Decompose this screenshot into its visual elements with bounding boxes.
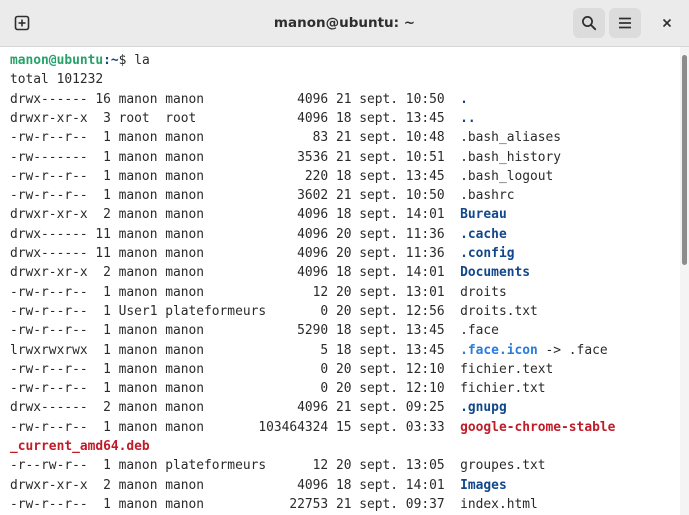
listing-row: drwx------ 16 manon manon 4096 21 sept. … bbox=[10, 90, 468, 109]
listing-row: drwx------ 11 manon manon 4096 20 sept. … bbox=[10, 244, 514, 263]
listing-row: _current_amd64.deb bbox=[10, 437, 150, 456]
entry-name: .face.icon bbox=[460, 342, 538, 358]
listing-row: lrwxrwxrwx 1 manon manon 5 18 sept. 13:4… bbox=[10, 341, 608, 360]
listing-row: drwxr-xr-x 3 root root 4096 18 sept. 13:… bbox=[10, 109, 476, 128]
entry-metadata: -rw-r--r-- 1 manon manon 3602 21 sept. 1… bbox=[10, 188, 461, 204]
listing-row: -rw-r--r-- 1 User1 plateformeurs 0 20 se… bbox=[10, 302, 538, 321]
search-icon bbox=[582, 16, 597, 31]
link-target: -> .face bbox=[537, 342, 608, 358]
entry-metadata: drwx------ 2 manon manon 4096 21 sept. 0… bbox=[10, 400, 461, 416]
listing-row: -r--rw-r-- 1 manon plateformeurs 12 20 s… bbox=[10, 456, 546, 475]
listing-row: -rw-r--r-- 1 manon manon 83 21 sept. 10:… bbox=[10, 128, 561, 147]
new-tab-button[interactable] bbox=[7, 8, 37, 38]
window-title: manon@ubuntu: ~ bbox=[273, 15, 416, 31]
terminal-window: manon@ubuntu: ~ manon@ubuntu:~$ la total… bbox=[0, 0, 689, 515]
entry-name: groupes.txt bbox=[460, 458, 546, 474]
entry-metadata: -rw-r--r-- 1 manon manon 12 20 sept. 13:… bbox=[10, 284, 461, 300]
prompt-path: :~ bbox=[103, 53, 119, 68]
listing-row: -rw-r--r-- 1 manon manon 5290 18 sept. 1… bbox=[10, 321, 499, 340]
listing-row: -rw-r--r-- 1 manon manon 0 20 sept. 12:1… bbox=[10, 379, 546, 398]
entry-name: .bash_logout bbox=[460, 168, 554, 184]
close-icon bbox=[662, 18, 672, 28]
entry-name: .face bbox=[460, 323, 499, 339]
entry-metadata: -rw-r--r-- 1 manon manon 5290 18 sept. 1… bbox=[10, 323, 461, 339]
entry-metadata: -rw-r--r-- 1 User1 plateformeurs 0 20 se… bbox=[10, 303, 461, 319]
entry-metadata: drwx------ 11 manon manon 4096 20 sept. … bbox=[10, 246, 461, 261]
entry-name: google-chrome-stable bbox=[460, 419, 616, 435]
prompt-user-host: manon@ubuntu bbox=[10, 53, 104, 68]
entry-name: fichier.txt bbox=[460, 381, 546, 397]
listing-row: drwx------ 2 manon manon 4096 21 sept. 0… bbox=[10, 398, 507, 417]
entry-name: Bureau bbox=[460, 207, 507, 223]
terminal-output[interactable]: manon@ubuntu:~$ la total 101232 drwx----… bbox=[0, 47, 680, 515]
listing-row: -rw------- 1 manon manon 3536 21 sept. 1… bbox=[10, 148, 561, 167]
entry-metadata: -rw-r--r-- 1 manon manon 22753 21 sept. … bbox=[10, 496, 461, 512]
entry-metadata: drwxr-xr-x 3 root root 4096 18 sept. 13:… bbox=[10, 110, 461, 126]
listing-row: -rw-r--r-- 1 manon manon 0 20 sept. 12:1… bbox=[10, 360, 553, 379]
entry-name: .. bbox=[460, 110, 476, 126]
entry-name: droits.txt bbox=[460, 303, 538, 319]
entry-name: Documents bbox=[460, 265, 530, 281]
entry-metadata: -rw-r--r-- 1 manon manon 220 18 sept. 13… bbox=[10, 168, 461, 184]
entry-name: .bashrc bbox=[460, 188, 515, 204]
entry-name: _current_amd64.deb bbox=[10, 439, 150, 454]
entry-metadata: drwx------ 16 manon manon 4096 21 sept. … bbox=[10, 91, 461, 107]
entry-name: .cache bbox=[460, 226, 507, 242]
listing-row: -rw-r--r-- 1 manon manon 220 18 sept. 13… bbox=[10, 167, 553, 186]
menu-button[interactable] bbox=[609, 8, 641, 38]
search-button[interactable] bbox=[573, 8, 605, 38]
entry-name: . bbox=[460, 91, 468, 107]
entry-metadata: drwx------ 11 manon manon 4096 20 sept. … bbox=[10, 226, 461, 242]
entry-metadata: drwxr-xr-x 2 manon manon 4096 18 sept. 1… bbox=[10, 207, 461, 223]
entry-metadata: drwxr-xr-x 2 manon manon 4096 18 sept. 1… bbox=[10, 265, 461, 281]
listing-row: drwxr-xr-x 2 manon manon 4096 18 sept. 1… bbox=[10, 263, 530, 282]
entry-metadata: -rw-r--r-- 1 manon manon 103464324 15 se… bbox=[10, 419, 461, 435]
hamburger-menu-icon bbox=[619, 17, 631, 29]
entry-metadata: lrwxrwxrwx 1 manon manon 5 18 sept. 13:4… bbox=[10, 342, 461, 358]
prompt-command: $ la bbox=[118, 53, 150, 68]
entry-metadata: -rw-r--r-- 1 manon manon 0 20 sept. 12:1… bbox=[10, 381, 461, 397]
total-line: total 101232 bbox=[10, 72, 104, 88]
new-tab-icon bbox=[14, 15, 30, 31]
entry-metadata: -rw-r--r-- 1 manon manon 0 20 sept. 12:1… bbox=[10, 361, 461, 377]
entry-metadata: -r--rw-r-- 1 manon plateformeurs 12 20 s… bbox=[10, 458, 461, 474]
close-button[interactable] bbox=[652, 8, 682, 38]
scrollbar[interactable] bbox=[680, 47, 689, 515]
entry-metadata: -rw-r--r-- 1 manon manon 83 21 sept. 10:… bbox=[10, 130, 461, 146]
entry-name: .bash_aliases bbox=[460, 130, 562, 146]
prompt-line: manon@ubuntu:~$ la bbox=[10, 51, 150, 70]
listing-row: -rw-r--r-- 1 manon manon 103464324 15 se… bbox=[10, 418, 615, 437]
listing-row: drwxr-xr-x 2 manon manon 4096 18 sept. 1… bbox=[10, 476, 507, 495]
entry-metadata: drwxr-xr-x 2 manon manon 4096 18 sept. 1… bbox=[10, 477, 461, 493]
header-bar: manon@ubuntu: ~ bbox=[0, 0, 689, 47]
entry-name: droits bbox=[460, 284, 507, 300]
listing-row: drwxr-xr-x 2 manon manon 4096 18 sept. 1… bbox=[10, 205, 507, 224]
listing-row: -rw-r--r-- 1 manon manon 12 20 sept. 13:… bbox=[10, 283, 507, 302]
listing-row: -rw-r--r-- 1 manon manon 3602 21 sept. 1… bbox=[10, 186, 514, 205]
entry-name: Images bbox=[460, 477, 507, 493]
scrollbar-thumb[interactable] bbox=[682, 55, 687, 265]
entry-name: .bash_history bbox=[460, 149, 562, 165]
entry-metadata: -rw------- 1 manon manon 3536 21 sept. 1… bbox=[10, 149, 461, 165]
listing-row: drwx------ 11 manon manon 4096 20 sept. … bbox=[10, 225, 507, 244]
entry-name: fichier.text bbox=[460, 361, 554, 377]
entry-name: .gnupg bbox=[460, 400, 507, 416]
entry-name: .config bbox=[460, 246, 515, 261]
listing-row: -rw-r--r-- 1 manon manon 22753 21 sept. … bbox=[10, 495, 538, 514]
entry-name: index.html bbox=[460, 496, 538, 512]
